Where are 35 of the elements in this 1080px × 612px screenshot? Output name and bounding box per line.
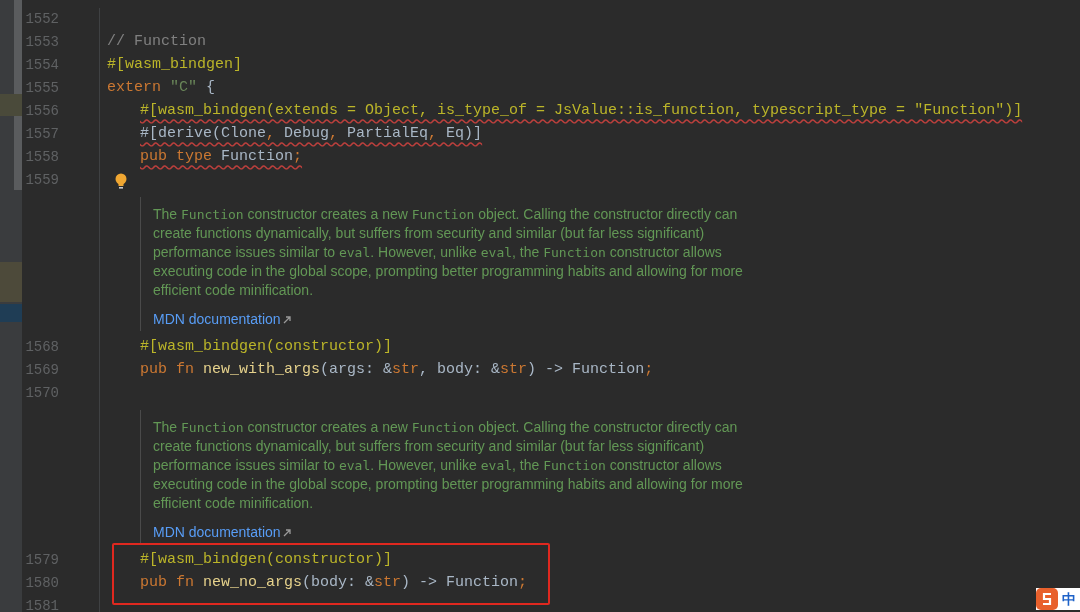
- line-number: 1581: [25, 597, 59, 612]
- code-line: #[wasm_bindgen]: [107, 55, 243, 76]
- line-number: 1552: [25, 10, 59, 29]
- external-link-icon: [282, 315, 291, 324]
- input-method-icon[interactable]: [1036, 588, 1058, 610]
- change-marker: [0, 94, 22, 116]
- line-number: 1569: [25, 361, 59, 380]
- code-line: extern "C" {: [107, 78, 216, 99]
- line-number: 1557: [25, 125, 59, 144]
- line-number: 1579: [25, 551, 59, 570]
- documentation-text: The Function constructor creates a new Function object. Calling the constructor directly can create functions dynamically, but suffers from security and similar (but far less significant) performance issues similar to eval. However, unlike eval, the Function constructor allows executing code in the global scope, prompting better programming habits and allowing for more efficient code minification.: [153, 418, 744, 513]
- line-number: 1559: [25, 171, 59, 190]
- line-number: 1568: [25, 338, 59, 357]
- line-number: 1554: [25, 56, 59, 75]
- line-number: 1570: [25, 384, 59, 403]
- code-line: pub fn new_no_args(body: &str) -> Function;: [140, 573, 528, 594]
- line-number: 1553: [25, 33, 59, 52]
- change-marker: [0, 304, 22, 322]
- line-number: 1558: [25, 148, 59, 167]
- code-line: #[wasm_bindgen(constructor)]: [140, 550, 393, 571]
- line-number: 1555: [25, 79, 59, 98]
- change-marker: [0, 262, 22, 302]
- line-number: 1556: [25, 102, 59, 121]
- code-line: #[wasm_bindgen(constructor)]: [140, 337, 393, 358]
- code-line: // Function: [107, 32, 207, 53]
- external-link-icon: [282, 528, 291, 537]
- documentation-link[interactable]: MDN documentation: [153, 309, 291, 330]
- documentation-text: The Function constructor creates a new Function object. Calling the constructor directly can create functions dynamically, but suffers from security and similar (but far less significant) performance issues similar to eval. However, unlike eval, the Function constructor allows executing code in the global scope, prompting better programming habits and allowing for more efficient code minification.: [153, 205, 744, 300]
- line-number: 1580: [25, 574, 59, 593]
- code-line: #[wasm_bindgen(extends = Object, is_type_of = JsValue::is_function, typescript_type = "Function")]: [140, 101, 1023, 122]
- code-line: #[derive(Clone, Debug, PartialEq, Eq)]: [140, 124, 483, 145]
- code-line: pub type Function;: [140, 147, 303, 168]
- code-line: pub fn new_with_args(args: &str, body: &str) -> Function;: [140, 360, 654, 381]
- documentation-link[interactable]: MDN documentation: [153, 522, 291, 543]
- lightbulb-icon[interactable]: [114, 172, 128, 189]
